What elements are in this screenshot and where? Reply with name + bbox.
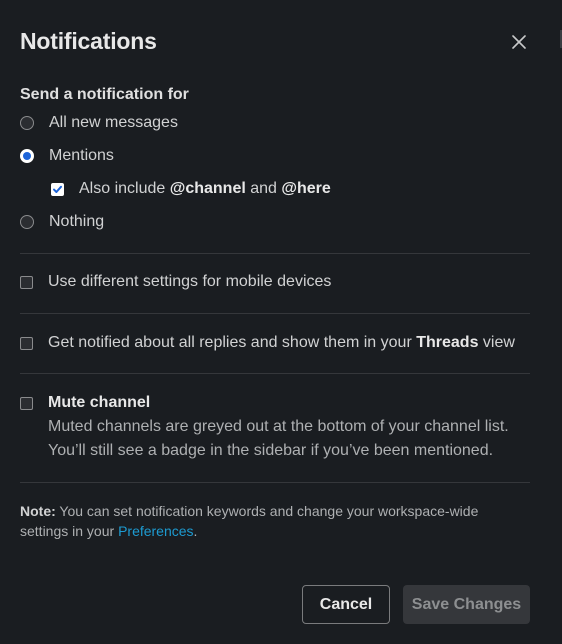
close-icon bbox=[512, 35, 526, 49]
here-mention: @here bbox=[281, 180, 331, 197]
divider bbox=[20, 482, 530, 483]
threads-label-bold: Threads bbox=[416, 334, 479, 351]
send-notification-label: Send a notification for bbox=[20, 86, 189, 103]
threads-option[interactable]: Get notified about all replies and show … bbox=[20, 334, 515, 352]
modal-title: Notifications bbox=[20, 28, 157, 54]
mute-channel-checkbox[interactable] bbox=[20, 396, 33, 410]
note-text: You can set notification keywords and ch… bbox=[20, 503, 479, 539]
note-end: . bbox=[193, 523, 198, 539]
mobile-settings-label: Use different settings for mobile device… bbox=[48, 273, 332, 290]
mute-desc-line-1: Muted channels are greyed out at the bot… bbox=[48, 418, 509, 435]
radio-label: Mentions bbox=[49, 147, 114, 164]
mobile-settings-checkbox[interactable] bbox=[20, 275, 33, 289]
mute-channel-description: Muted channels are greyed out at the bot… bbox=[48, 415, 509, 463]
radio-button[interactable] bbox=[20, 215, 34, 229]
divider bbox=[20, 253, 530, 254]
preferences-link[interactable]: Preferences bbox=[118, 523, 193, 539]
radio-label: All new messages bbox=[49, 114, 178, 131]
mute-channel-label: Mute channel bbox=[48, 394, 151, 411]
also-include-text: Also include bbox=[79, 180, 170, 197]
divider bbox=[20, 373, 530, 374]
threads-checkbox[interactable] bbox=[20, 336, 33, 350]
threads-label-suffix: view bbox=[478, 334, 515, 351]
divider bbox=[20, 313, 530, 314]
mobile-settings-option[interactable]: Use different settings for mobile device… bbox=[20, 273, 331, 291]
and-text: and bbox=[245, 180, 282, 197]
mute-channel-option[interactable]: Mute channel bbox=[20, 394, 150, 412]
close-button[interactable] bbox=[506, 29, 532, 55]
radio-label: Nothing bbox=[49, 213, 105, 230]
radio-all-new-messages[interactable]: All new messages bbox=[20, 114, 178, 132]
radio-nothing[interactable]: Nothing bbox=[20, 213, 104, 231]
mute-desc-line-2: You’ll still see a badge in the sidebar … bbox=[48, 442, 494, 459]
save-changes-button[interactable]: Save Changes bbox=[403, 585, 530, 624]
also-include-checkbox[interactable] bbox=[51, 182, 64, 196]
radio-mentions[interactable]: Mentions bbox=[20, 147, 114, 165]
notifications-modal: Notifications Send a notification for Al… bbox=[0, 0, 562, 644]
channel-mention: @channel bbox=[169, 180, 246, 197]
note-lead: Note: bbox=[20, 503, 56, 519]
checkmark-icon bbox=[53, 185, 62, 193]
radio-button[interactable] bbox=[20, 149, 34, 163]
also-include-channel-here[interactable]: Also include @channel and @here bbox=[51, 180, 331, 198]
cancel-button[interactable]: Cancel bbox=[302, 585, 390, 624]
preferences-note: Note: You can set notification keywords … bbox=[20, 501, 520, 541]
radio-button[interactable] bbox=[20, 116, 34, 130]
threads-label-prefix: Get notified about all replies and show … bbox=[48, 334, 417, 351]
